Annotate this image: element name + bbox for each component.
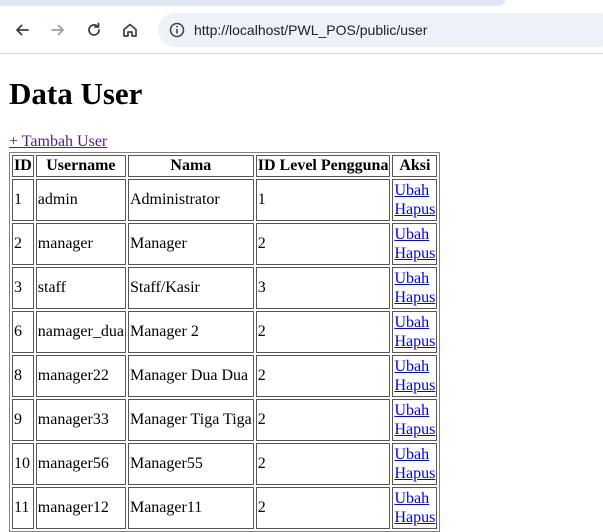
edit-link[interactable]: Ubah [394,225,435,244]
cell-id: 10 [12,443,34,485]
cell-level: 2 [255,399,391,441]
table-row: 2 manager Manager 2 Ubah Hapus [12,223,438,265]
browser-toolbar: http://localhost/PWL_POS/public/user [0,6,603,54]
forward-arrow-icon [51,24,64,35]
address-bar[interactable]: http://localhost/PWL_POS/public/user [158,13,603,47]
table-row: 10 manager56 Manager55 2 Ubah Hapus [12,443,438,485]
back-button[interactable] [4,12,40,48]
cell-nama: Manager [127,223,254,265]
cell-nama: Manager Tiga Tiga [127,399,254,441]
cell-username: manager22 [35,355,126,397]
add-user-link[interactable]: + Tambah User [9,133,107,151]
page-title: Data User [9,76,143,111]
site-info-icon [169,22,185,38]
home-button[interactable] [112,12,148,48]
cell-level: 3 [255,267,391,309]
table-row: 8 manager22 Manager Dua Dua 2 Ubah Hapus [12,355,438,397]
cell-actions: Ubah Hapus [392,267,438,309]
cell-username: manager12 [35,487,126,529]
edit-link[interactable]: Ubah [394,357,435,376]
cell-level: 2 [255,311,391,353]
cell-level: 2 [255,443,391,485]
cell-id: 8 [12,355,34,397]
delete-link[interactable]: Hapus [394,244,435,263]
table-header-row: ID Username Nama ID Level Pengguna Aksi [12,155,438,177]
cell-nama: Manager55 [127,443,254,485]
cell-username: manager33 [35,399,126,441]
cell-nama: Administrator [127,179,254,221]
header-aksi: Aksi [392,155,438,177]
cell-actions: Ubah Hapus [392,179,438,221]
edit-link[interactable]: Ubah [394,181,435,200]
cell-actions: Ubah Hapus [392,223,438,265]
delete-link[interactable]: Hapus [394,464,435,483]
cell-level: 2 [255,487,391,529]
table-row: 9 manager33 Manager Tiga Tiga 2 Ubah Hap… [12,399,438,441]
edit-link[interactable]: Ubah [394,445,435,464]
header-id: ID [12,155,34,177]
cell-id: 3 [12,267,34,309]
cell-username: staff [35,267,126,309]
edit-link[interactable]: Ubah [394,401,435,420]
cell-id: 6 [12,311,34,353]
delete-link[interactable]: Hapus [394,332,435,351]
delete-link[interactable]: Hapus [394,200,435,219]
cell-id: 2 [12,223,34,265]
home-icon [123,23,137,37]
cell-level: 2 [255,223,391,265]
cell-actions: Ubah Hapus [392,311,438,353]
edit-link[interactable]: Ubah [394,269,435,288]
cell-nama: Staff/Kasir [127,267,254,309]
back-arrow-icon [16,24,29,35]
header-nama: Nama [127,155,254,177]
delete-link[interactable]: Hapus [394,376,435,395]
cell-actions: Ubah Hapus [392,399,438,441]
cell-id: 9 [12,399,34,441]
table-row: 1 admin Administrator 1 Ubah Hapus [12,179,438,221]
delete-link[interactable]: Hapus [394,508,435,527]
delete-link[interactable]: Hapus [394,420,435,439]
cell-username: namager_dua [35,311,126,353]
user-table: ID Username Nama ID Level Pengguna Aksi … [9,152,441,532]
cell-nama: Manager11 [127,487,254,529]
table-row: 3 staff Staff/Kasir 3 Ubah Hapus [12,267,438,309]
edit-link[interactable]: Ubah [394,489,435,508]
header-username: Username [35,155,126,177]
cell-nama: Manager 2 [127,311,254,353]
reload-button[interactable] [76,12,112,48]
cell-nama: Manager Dua Dua [127,355,254,397]
table-row: 6 namager_dua Manager 2 2 Ubah Hapus [12,311,438,353]
cell-username: admin [35,179,126,221]
table-row: 11 manager12 Manager11 2 Ubah Hapus [12,487,438,529]
cell-id: 11 [12,487,34,529]
site-info-button[interactable] [162,22,192,38]
cell-actions: Ubah Hapus [392,443,438,485]
cell-level: 2 [255,355,391,397]
cell-actions: Ubah Hapus [392,487,438,529]
reload-icon [88,22,100,36]
cell-actions: Ubah Hapus [392,355,438,397]
delete-link[interactable]: Hapus [394,288,435,307]
cell-username: manager56 [35,443,126,485]
cell-level: 1 [255,179,391,221]
header-level: ID Level Pengguna [255,155,391,177]
forward-button[interactable] [40,12,76,48]
cell-username: manager [35,223,126,265]
cell-id: 1 [12,179,34,221]
edit-link[interactable]: Ubah [394,313,435,332]
url-text: http://localhost/PWL_POS/public/user [194,22,428,38]
page-content: Data User + Tambah User ID Username Nama… [0,54,603,532]
